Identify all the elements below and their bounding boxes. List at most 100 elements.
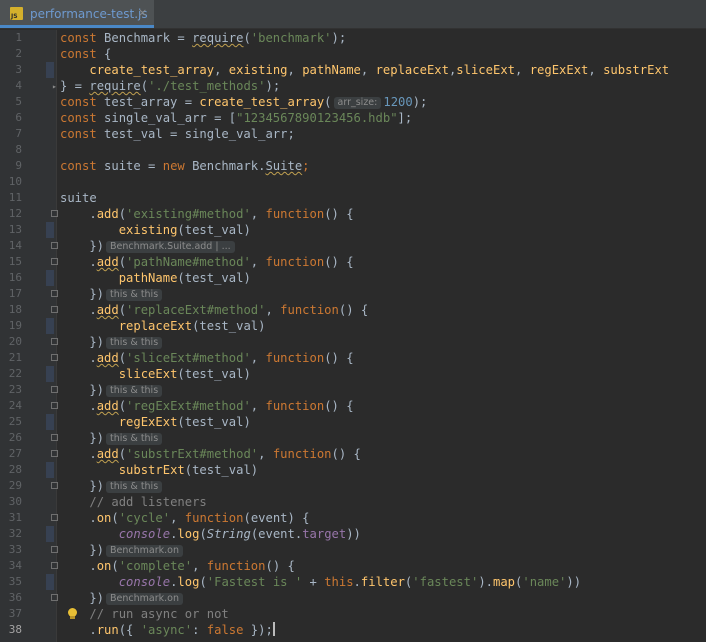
code-line: 32 console.log(String(event.target)) bbox=[0, 526, 706, 542]
change-marker bbox=[46, 366, 54, 382]
code-line: 8 bbox=[0, 142, 706, 158]
fold-toggle-icon[interactable] bbox=[51, 210, 58, 217]
line-number: 20 bbox=[8, 335, 22, 348]
code-line: 26 }) this & this bbox=[0, 430, 706, 446]
line-number: 25 bbox=[8, 415, 22, 428]
type-hint: Benchmark.Suite.add | ... bbox=[106, 241, 235, 253]
line-number: 19 bbox=[8, 319, 22, 332]
fold-toggle-icon[interactable] bbox=[51, 562, 58, 569]
fold-toggle-icon[interactable] bbox=[51, 434, 58, 441]
code-text: .on('cycle', function(event) { bbox=[60, 511, 310, 525]
fold-arrow-icon[interactable]: ▸ bbox=[52, 83, 59, 91]
fold-toggle-icon[interactable] bbox=[51, 338, 58, 345]
line-number: 23 bbox=[8, 383, 22, 396]
fold-toggle-icon[interactable] bbox=[51, 258, 58, 265]
code-line: 21 .add('sliceExt#method', function() { bbox=[0, 350, 706, 366]
line-number: 3 bbox=[15, 63, 22, 76]
code-line: 24 .add('regExExt#method', function() { bbox=[0, 398, 706, 414]
code-text: .add('existing#method', function() { bbox=[60, 207, 354, 221]
code-text: existing(test_val) bbox=[118, 223, 251, 237]
line-number: 17 bbox=[8, 287, 22, 300]
change-marker bbox=[46, 222, 54, 238]
line-number: 4 bbox=[15, 79, 22, 92]
code-text: } = require('./test_methods'); bbox=[60, 79, 281, 93]
line-number: 35 bbox=[8, 575, 22, 588]
code-line: 31 .on('cycle', function(event) { bbox=[0, 510, 706, 526]
change-marker bbox=[46, 462, 54, 478]
line-number: 38 bbox=[8, 623, 22, 636]
change-marker bbox=[46, 62, 54, 78]
type-hint: Benchmark.on bbox=[106, 593, 183, 605]
fold-toggle-icon[interactable] bbox=[51, 450, 58, 457]
code-text: }) Benchmark.on bbox=[60, 590, 185, 606]
line-number: 33 bbox=[8, 543, 22, 556]
editor-tab-bar: JS performance-test.js × bbox=[0, 0, 706, 29]
fold-toggle-icon[interactable] bbox=[51, 402, 58, 409]
code-line: 25 regExExt(test_val) bbox=[0, 414, 706, 430]
code-text: const single_val_arr = ["123456789012345… bbox=[60, 111, 413, 125]
change-marker bbox=[46, 574, 54, 590]
line-number: 7 bbox=[15, 127, 22, 140]
text-cursor bbox=[272, 622, 275, 636]
code-text: regExExt(test_val) bbox=[118, 415, 251, 429]
fold-toggle-icon[interactable] bbox=[51, 482, 58, 489]
fold-toggle-icon[interactable] bbox=[51, 306, 58, 313]
code-text: .on('complete', function() { bbox=[60, 559, 295, 573]
fold-toggle-icon[interactable] bbox=[51, 594, 58, 601]
code-line: ▸ 4 } = require('./test_methods'); bbox=[0, 78, 706, 94]
code-line: 9 const suite = new Benchmark.Suite; bbox=[0, 158, 706, 174]
close-icon[interactable]: × bbox=[138, 6, 147, 19]
code-line: 34 .on('complete', function() { bbox=[0, 558, 706, 574]
code-line: 10 bbox=[0, 174, 706, 190]
fold-toggle-icon[interactable] bbox=[51, 242, 58, 249]
tab-performance-test[interactable]: JS performance-test.js × bbox=[0, 0, 154, 28]
code-line: 37 // run async or not bbox=[0, 606, 706, 622]
type-hint: this & this bbox=[106, 481, 163, 493]
fold-toggle-icon[interactable] bbox=[51, 354, 58, 361]
line-number: 12 bbox=[8, 207, 22, 220]
type-hint: this & this bbox=[106, 337, 163, 349]
code-line: 2 const { bbox=[0, 46, 706, 62]
code-line: 35 console.log('Fastest is ' + this.filt… bbox=[0, 574, 706, 590]
code-text: .add('sliceExt#method', function() { bbox=[60, 351, 354, 365]
code-text: }) this & this bbox=[60, 334, 164, 350]
fold-toggle-icon[interactable] bbox=[51, 514, 58, 521]
line-number: 36 bbox=[8, 591, 22, 604]
code-line: 14 }) Benchmark.Suite.add | ... bbox=[0, 238, 706, 254]
code-line: 13 existing(test_val) bbox=[0, 222, 706, 238]
fold-toggle-icon[interactable] bbox=[51, 546, 58, 553]
code-line: 28 substrExt(test_val) bbox=[0, 462, 706, 478]
code-text: }) Benchmark.on bbox=[60, 542, 185, 558]
code-text: .add('regExExt#method', function() { bbox=[60, 399, 354, 413]
code-text[interactable]: .run({ 'async': false }); bbox=[60, 622, 275, 638]
fold-toggle-icon[interactable] bbox=[51, 386, 58, 393]
code-text: }) this & this bbox=[60, 286, 164, 302]
code-line: 7 const test_val = single_val_arr; bbox=[0, 126, 706, 142]
code-line: 3 create_test_array, existing, pathName,… bbox=[0, 62, 706, 78]
code-line: 15 .add('pathName#method', function() { bbox=[0, 254, 706, 270]
code-text: }) this & this bbox=[60, 430, 164, 446]
code-line: 29 }) this & this bbox=[0, 478, 706, 494]
code-line: 27 .add('substrExt#method', function() { bbox=[0, 446, 706, 462]
type-hint: this & this bbox=[106, 385, 163, 397]
code-text: }) this & this bbox=[60, 478, 164, 494]
line-number: 5 bbox=[15, 95, 22, 108]
code-line: 1 const Benchmark = require('benchmark')… bbox=[0, 30, 706, 46]
code-line-current: 38 .run({ 'async': false }); bbox=[0, 622, 706, 638]
line-number: 6 bbox=[15, 111, 22, 124]
code-line: 19 replaceExt(test_val) bbox=[0, 318, 706, 334]
line-number: 32 bbox=[8, 527, 22, 540]
code-line: 6 const single_val_arr = ["1234567890123… bbox=[0, 110, 706, 126]
type-hint: this & this bbox=[106, 289, 163, 301]
code-text: console.log('Fastest is ' + this.filter(… bbox=[118, 575, 582, 589]
code-line: 36 }) Benchmark.on bbox=[0, 590, 706, 606]
change-marker bbox=[46, 318, 54, 334]
line-number: 27 bbox=[8, 447, 22, 460]
code-text: }) this & this bbox=[60, 382, 164, 398]
code-line: 11 suite bbox=[0, 190, 706, 206]
code-text: const Benchmark = require('benchmark'); bbox=[60, 31, 347, 45]
code-text: .add('pathName#method', function() { bbox=[60, 255, 354, 269]
line-number: 14 bbox=[8, 239, 22, 252]
fold-toggle-icon[interactable] bbox=[51, 290, 58, 297]
type-hint: this & this bbox=[106, 433, 163, 445]
